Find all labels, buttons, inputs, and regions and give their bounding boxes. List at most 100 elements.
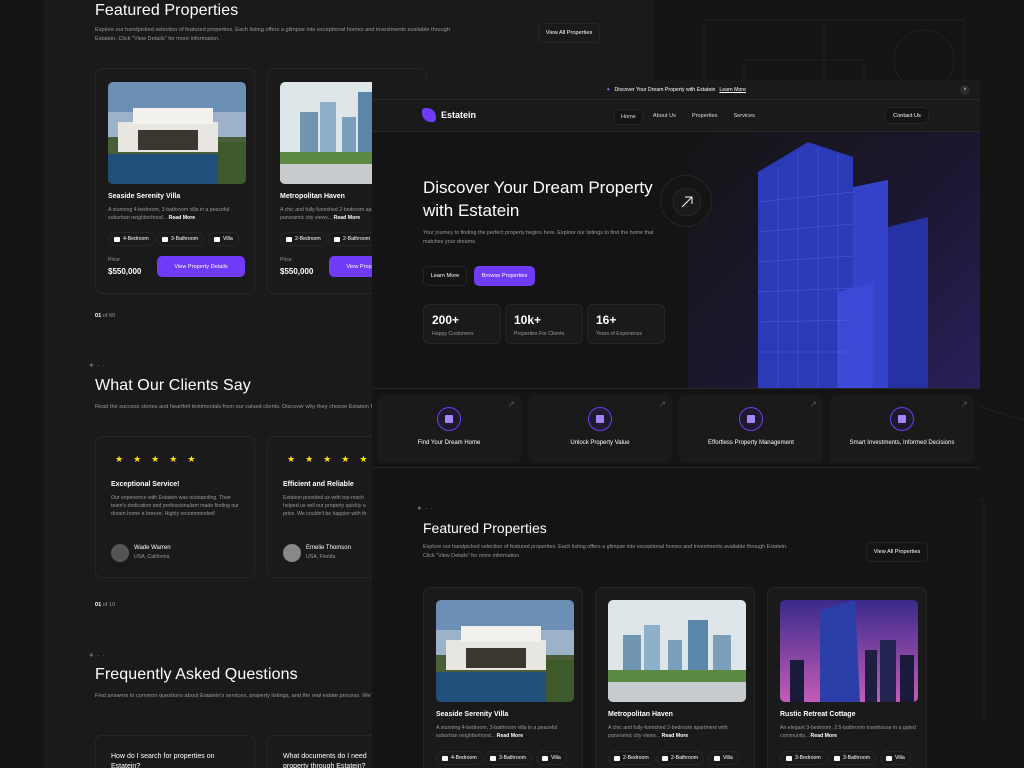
price-label: Price	[280, 257, 292, 263]
testimonial-text: Our experience with Estatein was outstan…	[111, 495, 239, 517]
property-title: Metropolitan Haven	[280, 193, 345, 200]
property-desc: A stunning 4-bedroom, 3-bathroom villa i…	[108, 207, 230, 221]
nav-properties[interactable]: Properties	[686, 109, 724, 125]
bed-icon	[114, 236, 120, 242]
read-more-link[interactable]: Read More	[810, 733, 837, 739]
arrow-up-right-icon: ↗	[658, 399, 666, 409]
sparkle-icon: ✦ · ·	[416, 504, 433, 513]
star-icon: ★	[115, 454, 124, 464]
feature-card[interactable]: ↗ Unlock Property Value	[528, 395, 672, 463]
chip-bathrooms: 3-Bathroom	[828, 751, 877, 765]
read-more-link[interactable]: Read More	[169, 215, 196, 221]
arrow-up-right-icon: ↗	[960, 399, 968, 409]
client-name: Emelie Thomson	[306, 545, 351, 551]
property-title: Rustic Retreat Cottage	[780, 711, 856, 718]
feature-card[interactable]: ↗ Find Your Dream Home	[377, 395, 521, 463]
building-icon	[714, 755, 720, 761]
sparkle-icon: ✦	[606, 86, 611, 93]
feature-card[interactable]: ↗ Effortless Property Management	[679, 395, 823, 463]
discover-badge[interactable]	[660, 175, 712, 227]
chip-bathrooms: 2-Bathroom	[328, 232, 377, 246]
nav-links: Home About Us Properties Services	[614, 109, 761, 125]
view-all-properties-button[interactable]: View All Properties	[538, 23, 600, 43]
stat-card: 200+ Happy Customers	[423, 304, 501, 344]
read-more-link[interactable]: Read More	[334, 215, 361, 221]
view-property-details-button[interactable]: View Property Details	[157, 256, 245, 277]
home-icon	[437, 407, 461, 431]
star-icon: ★	[151, 454, 160, 464]
rating-stars: ★ ★ ★ ★ ★	[287, 455, 367, 464]
star-icon: ★	[359, 454, 368, 464]
property-title: Seaside Serenity Villa	[436, 711, 509, 718]
property-card[interactable]: Seaside Serenity Villa A stunning 4-bedr…	[423, 587, 583, 768]
client-location: USA, California	[134, 554, 170, 560]
announcement-learn-more-link[interactable]: Learn More	[719, 87, 746, 93]
brand-name: Estatein	[441, 110, 477, 120]
building-icon	[542, 755, 548, 761]
features-strip: ↗ Find Your Dream Home ↗ Unlock Property…	[372, 388, 980, 468]
star-icon: ★	[187, 454, 196, 464]
feature-label: Find Your Dream Home	[417, 440, 481, 446]
bed-icon	[442, 755, 448, 761]
bed-icon	[286, 236, 292, 242]
faq-card[interactable]: How do I search for properties on Estate…	[95, 735, 255, 768]
building-icon	[739, 407, 763, 431]
featured-title: Featured Properties	[423, 520, 547, 536]
announcement-bar: ✦ Discover Your Dream Property with Esta…	[372, 80, 980, 100]
bath-icon	[162, 236, 168, 242]
hero-title: Discover Your Dream Property with Estate…	[423, 178, 653, 220]
chip-bathrooms: 3-Bathroom	[484, 751, 533, 765]
bed-icon	[614, 755, 620, 761]
featured-desc: Explore our handpicked selection of feat…	[423, 544, 788, 559]
skyscraper-image	[757, 142, 928, 388]
testimonial-title: Efficient and Reliable	[283, 481, 354, 488]
feature-label: Smart Investments, Informed Decisions	[849, 440, 955, 446]
hero-section: Discover Your Dream Property with Estate…	[372, 132, 690, 388]
property-title: Seaside Serenity Villa	[108, 193, 181, 200]
property-title: Metropolitan Haven	[608, 711, 673, 718]
property-image-villa	[436, 600, 574, 702]
chip-bedrooms: 3-Bedroom	[780, 751, 827, 765]
testimonial-title: Exceptional Service!	[111, 481, 180, 488]
chip-bedrooms: 2-Bedroom	[280, 232, 327, 246]
star-icon: ★	[323, 454, 332, 464]
avatar	[283, 544, 301, 562]
property-desc: A chic and fully-furnished 2-bedroom apa…	[608, 725, 728, 739]
bath-icon	[334, 236, 340, 242]
nav-services[interactable]: Services	[727, 109, 760, 125]
learn-more-button[interactable]: Learn More	[423, 266, 467, 286]
testimonial-text: Estatein provided us with top-notch help…	[283, 495, 367, 517]
property-card[interactable]: Metropolitan Haven A chic and fully-furn…	[595, 587, 755, 768]
feature-card[interactable]: ↗ Smart Investments, Informed Decisions	[830, 395, 974, 463]
chip-bathrooms: 3-Bathroom	[156, 232, 205, 246]
read-more-link[interactable]: Read More	[497, 733, 524, 739]
property-image-night-city	[780, 600, 918, 702]
chip-type: Villa	[536, 751, 567, 765]
property-card[interactable]: Rustic Retreat Cottage An elegant 3-bedr…	[767, 587, 927, 768]
stat-label: Properties For Clients	[514, 331, 565, 337]
brand-logo[interactable]: Estatein	[422, 108, 476, 122]
chip-type: Villa	[880, 751, 911, 765]
testimonial-card: ★ ★ ★ ★ ★ Exceptional Service! Our experienc…	[95, 436, 255, 578]
browse-properties-button[interactable]: Browse Properties	[474, 266, 535, 286]
logo-icon	[422, 108, 436, 122]
building-icon	[214, 236, 220, 242]
view-all-properties-button[interactable]: View All Properties	[866, 542, 928, 562]
property-card[interactable]: Seaside Serenity Villa A stunning 4-bedr…	[95, 68, 255, 294]
price-value: $550,000	[280, 267, 314, 276]
stat-number: 200+	[432, 313, 460, 327]
chip-type: Villa	[208, 232, 239, 246]
bed-icon	[786, 755, 792, 761]
feature-label: Unlock Property Value	[570, 440, 630, 446]
stat-number: 10k+	[514, 313, 542, 327]
faq-question: How do I search for properties on Estate…	[111, 753, 215, 768]
stat-card: 16+ Years of Experience	[587, 304, 665, 344]
sparkle-icon: ✦ · ·	[88, 651, 105, 660]
contact-us-button[interactable]: Contact Us	[885, 107, 929, 124]
nav-about[interactable]: About Us	[647, 109, 682, 125]
close-icon[interactable]: ×	[960, 85, 970, 95]
nav-home[interactable]: Home	[614, 109, 643, 125]
property-image-city	[608, 600, 746, 702]
testimonials-title: What Our Clients Say	[95, 377, 251, 394]
read-more-link[interactable]: Read More	[662, 733, 689, 739]
